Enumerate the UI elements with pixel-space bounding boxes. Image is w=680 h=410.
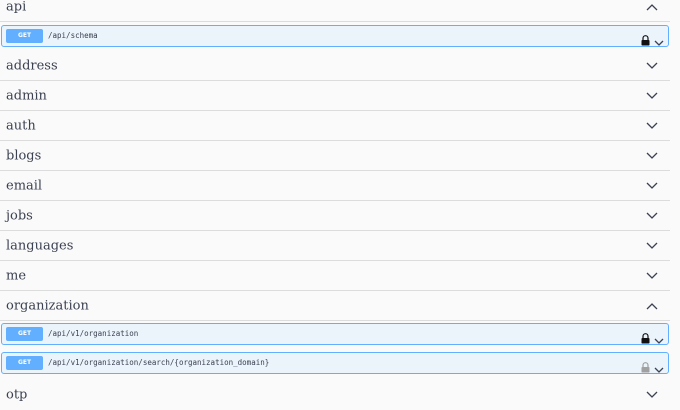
- chevron-down-icon[interactable]: [654, 359, 664, 373]
- tag-label: api: [6, 0, 27, 14]
- chevron-down-icon[interactable]: [646, 152, 658, 160]
- operation-get-organization[interactable]: GET /api/v1/organization: [1, 323, 669, 345]
- tag-label: languages: [6, 238, 74, 253]
- lock-icon[interactable]: [641, 31, 650, 46]
- tag-label: organization: [6, 298, 89, 313]
- tag-auth[interactable]: auth: [0, 111, 670, 141]
- operation-path: /api/v1/organization/search/{organizatio…: [48, 358, 270, 367]
- method-badge: GET: [6, 356, 43, 370]
- tag-admin[interactable]: admin: [0, 81, 670, 111]
- tag-otp[interactable]: otp: [0, 380, 670, 410]
- tag-label: auth: [6, 118, 36, 133]
- tag-me[interactable]: me: [0, 261, 670, 291]
- tag-label: me: [6, 268, 27, 283]
- method-badge: GET: [6, 29, 43, 43]
- tag-address[interactable]: address: [0, 51, 670, 81]
- operation-path: /api/v1/organization: [48, 329, 139, 338]
- tag-label: blogs: [6, 148, 42, 163]
- chevron-down-icon[interactable]: [646, 242, 658, 250]
- tag-jobs[interactable]: jobs: [0, 201, 670, 231]
- tag-label: admin: [6, 88, 47, 103]
- lock-icon[interactable]: [641, 329, 650, 344]
- chevron-down-icon[interactable]: [646, 62, 658, 70]
- chevron-down-icon[interactable]: [646, 92, 658, 100]
- chevron-up-icon[interactable]: [646, 302, 658, 310]
- chevron-down-icon[interactable]: [646, 122, 658, 130]
- chevron-up-icon[interactable]: [646, 3, 658, 11]
- chevron-down-icon[interactable]: [646, 212, 658, 220]
- chevron-down-icon[interactable]: [646, 391, 658, 399]
- unlock-icon[interactable]: [641, 358, 650, 373]
- tag-api[interactable]: api: [0, 0, 670, 22]
- operation-get-organization-search[interactable]: GET /api/v1/organization/search/{organiz…: [1, 352, 669, 374]
- chevron-down-icon[interactable]: [646, 182, 658, 190]
- tag-languages[interactable]: languages: [0, 231, 670, 261]
- tag-label: email: [6, 178, 43, 193]
- tag-label: jobs: [6, 208, 33, 223]
- chevron-down-icon[interactable]: [654, 32, 664, 46]
- operation-path: /api/schema: [48, 31, 98, 40]
- tag-label: otp: [6, 387, 28, 403]
- chevron-down-icon[interactable]: [654, 330, 664, 344]
- operation-get-api-schema[interactable]: GET /api/schema: [1, 25, 669, 47]
- chevron-down-icon[interactable]: [646, 272, 658, 280]
- tag-organization[interactable]: organization: [0, 291, 670, 321]
- tag-blogs[interactable]: blogs: [0, 141, 670, 171]
- tag-label: address: [6, 58, 58, 73]
- method-badge: GET: [6, 327, 43, 341]
- tag-email[interactable]: email: [0, 171, 670, 201]
